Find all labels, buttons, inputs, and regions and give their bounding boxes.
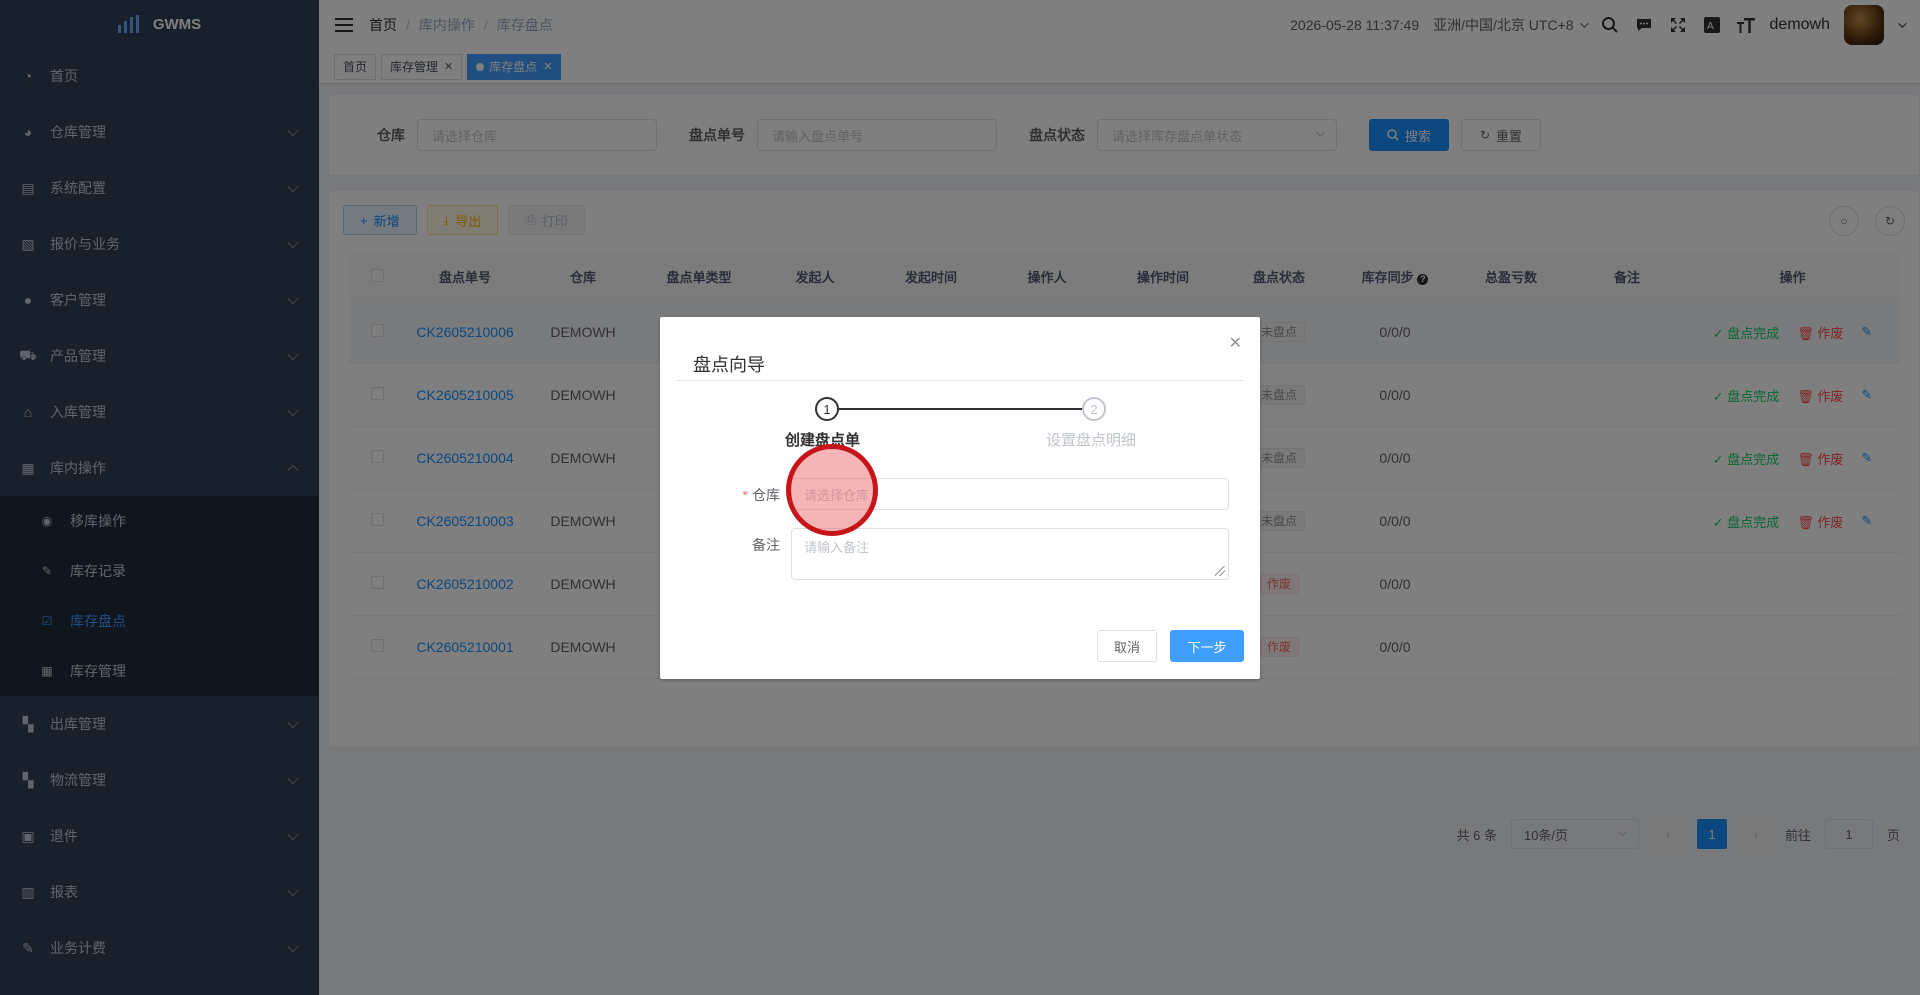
resize-handle-icon[interactable] — [1215, 566, 1225, 576]
step-connector — [827, 408, 1082, 410]
remark-field-label: 备注 — [752, 537, 780, 553]
step-2-icon: 2 — [1082, 397, 1106, 421]
dialog-title: 盘点向导 — [693, 355, 765, 375]
next-step-button[interactable]: 下一步 — [1170, 630, 1244, 662]
step-2-title: 设置盘点明细 — [1046, 432, 1137, 449]
dialog-divider — [676, 380, 1244, 381]
click-indicator — [786, 444, 878, 536]
close-icon[interactable]: ✕ — [1229, 333, 1242, 353]
required-mark: * — [742, 487, 748, 503]
step-1-icon: 1 — [815, 397, 839, 421]
warehouse-label-text: 仓库 — [752, 487, 780, 503]
wizard-steps: 1 2 创建盘点单 设置盘点明细 — [660, 397, 1260, 467]
stocktake-wizard-dialog: 盘点向导 ✕ 1 2 创建盘点单 设置盘点明细 * 仓库 请选择仓库 备注 请输入… — [660, 317, 1260, 679]
placeholder: 请输入备注 — [804, 540, 870, 555]
cancel-button[interactable]: 取消 — [1097, 630, 1157, 662]
remark-textarea[interactable]: 请输入备注 — [791, 528, 1229, 580]
warehouse-field-label: * 仓库 — [660, 485, 780, 505]
